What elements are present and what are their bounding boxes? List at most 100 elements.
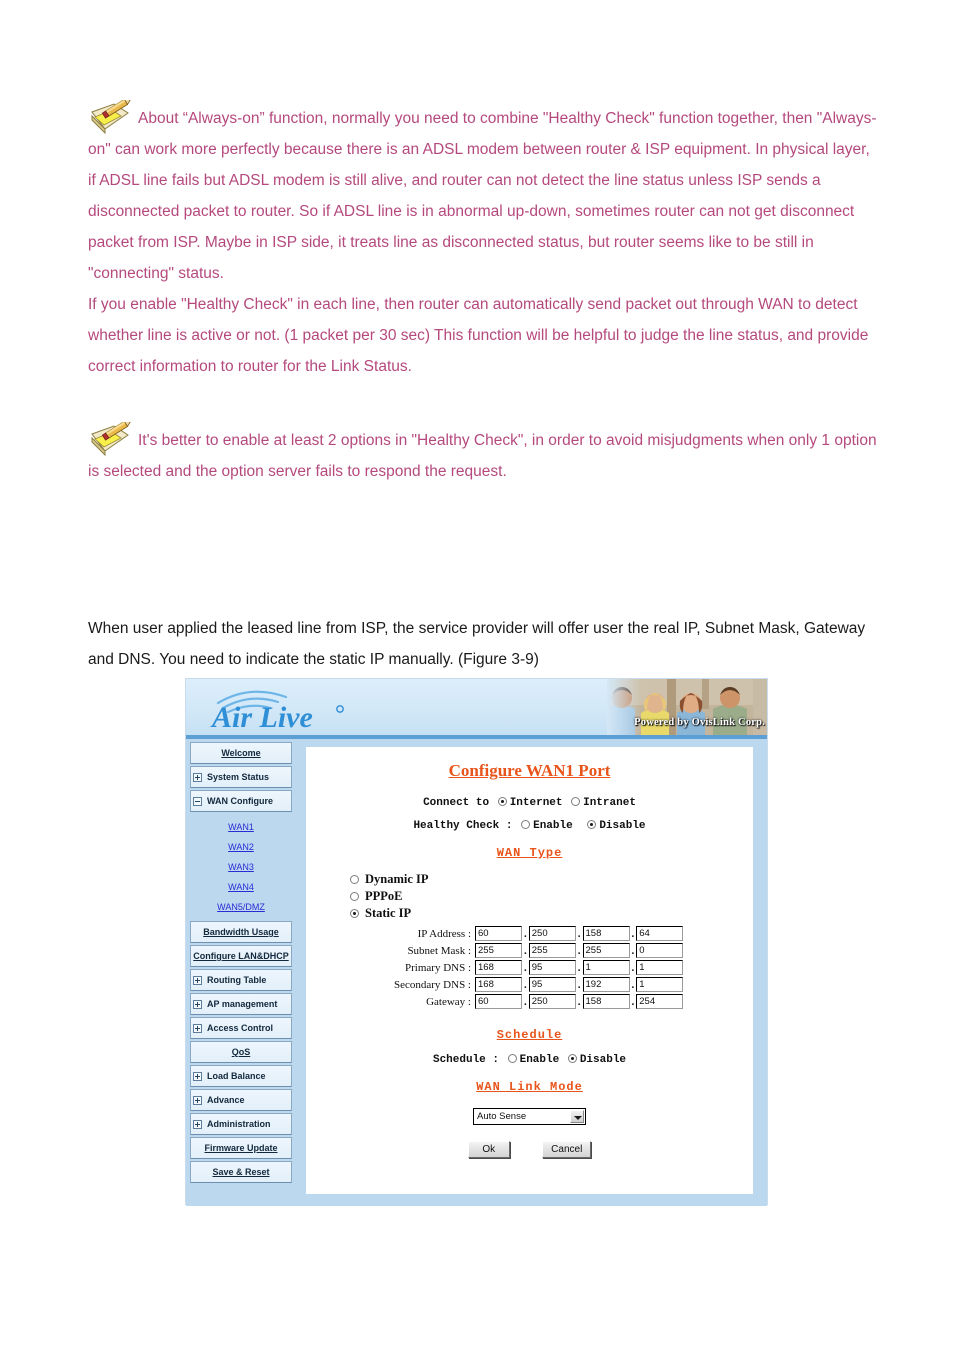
- radio-connect-internet[interactable]: [497, 797, 507, 806]
- octet-separator: .: [577, 927, 581, 940]
- radio-healthy-disable[interactable]: [587, 820, 597, 829]
- gateway-octet-2[interactable]: 250: [528, 994, 576, 1009]
- sidebar-item-firmware-update[interactable]: Firmware Update: [190, 1137, 292, 1159]
- primary-dns-octet-4[interactable]: 1: [636, 960, 684, 975]
- sidebar-item-qos[interactable]: QoS: [190, 1041, 292, 1063]
- octet-separator: .: [631, 927, 635, 940]
- collapse-minus-icon[interactable]: [193, 796, 202, 806]
- primary-dns-octet-3[interactable]: 1: [582, 960, 630, 975]
- sidebar-item-wan-configure[interactable]: WAN Configure: [190, 790, 292, 812]
- ip-address-octet-1[interactable]: 60: [475, 926, 522, 941]
- expand-plus-icon[interactable]: [193, 1023, 202, 1033]
- radio-pppoe[interactable]: [350, 892, 359, 901]
- sidebar-item-routing-table[interactable]: Routing Table: [190, 969, 292, 991]
- note-2-paragraph-1: It's better to enable at least 2 options…: [88, 422, 878, 487]
- primary-dns-octet-2[interactable]: 95: [528, 960, 576, 975]
- field-row-ip-address: IP Address : 60 . 250 . 158 . 64: [394, 925, 684, 942]
- sidebar-item-label: Access Control: [207, 1023, 274, 1033]
- primary-dns-octet-1[interactable]: 168: [475, 960, 522, 975]
- healthy-enable-label: Enable: [533, 820, 573, 832]
- subnet-mask-octet-4[interactable]: 0: [636, 943, 684, 958]
- schedule-row: Schedule : Enable Disable: [316, 1054, 743, 1066]
- subnet-mask-octet-2[interactable]: 255: [528, 943, 576, 958]
- expand-plus-icon[interactable]: [193, 999, 202, 1009]
- sidebar-item-label: Administration: [207, 1119, 271, 1129]
- radio-static-ip[interactable]: [350, 909, 359, 918]
- octet-separator: .: [631, 978, 635, 991]
- expand-plus-icon[interactable]: [193, 1071, 202, 1081]
- radio-healthy-enable[interactable]: [521, 820, 531, 829]
- subnet-mask-octet-1[interactable]: 255: [475, 943, 522, 958]
- connect-to-label: Connect to: [423, 797, 490, 809]
- healthy-check-label: Healthy Check :: [413, 820, 513, 832]
- secondary-dns-octet-4[interactable]: 1: [636, 977, 684, 992]
- sidebar-item-access-control[interactable]: Access Control: [190, 1017, 292, 1039]
- sidebar-item-label: System Status: [207, 772, 270, 782]
- radio-dynamic-ip[interactable]: [350, 875, 359, 884]
- sidebar-item-label: Configure LAN&DHCP: [193, 951, 289, 961]
- octet-separator: .: [631, 961, 635, 974]
- sidebar-link-wan5-dmz[interactable]: WAN5/DMZ: [190, 897, 292, 917]
- sidebar-item-save-reset[interactable]: Save & Reset: [190, 1161, 292, 1183]
- ip-address-octet-2[interactable]: 250: [528, 926, 576, 941]
- healthy-check-row: Healthy Check : Enable Disable: [316, 820, 743, 832]
- sidebar-item-load-balance[interactable]: Load Balance: [190, 1065, 292, 1087]
- expand-plus-icon[interactable]: [193, 1095, 202, 1105]
- schedule-heading: Schedule: [496, 1028, 563, 1042]
- radio-schedule-enable[interactable]: [507, 1054, 517, 1063]
- wan-type-heading: WAN Type: [496, 846, 563, 860]
- note-pencil-icon: [88, 422, 132, 456]
- router-header: Air Live Powered by OvisLink Corp.: [186, 679, 767, 735]
- secondary-dns-octet-2[interactable]: 95: [528, 977, 576, 992]
- wan-type-pppoe[interactable]: PPPoE: [348, 889, 743, 904]
- wan-type-label: PPPoE: [365, 889, 403, 903]
- connect-internet-label: Internet: [509, 797, 563, 809]
- radio-schedule-disable[interactable]: [567, 1054, 577, 1063]
- wan-type-static-ip[interactable]: Static IP: [348, 906, 743, 921]
- sidebar-item-system-status[interactable]: System Status: [190, 766, 292, 788]
- note-block-1: About “Always-on” function, normally you…: [88, 100, 878, 382]
- octet-separator: .: [577, 978, 581, 991]
- sidebar-item-configure-lan-dhcp[interactable]: Configure LAN&DHCP: [190, 945, 292, 967]
- secondary-dns-octet-3[interactable]: 192: [582, 977, 630, 992]
- expand-plus-icon[interactable]: [193, 772, 202, 782]
- ip-address-octet-3[interactable]: 158: [582, 926, 630, 941]
- secondary-dns-octet-1[interactable]: 168: [475, 977, 522, 992]
- note-block-2: It's better to enable at least 2 options…: [88, 422, 878, 487]
- gateway-octet-4[interactable]: 254: [636, 994, 684, 1009]
- configure-wan-panel: Configure WAN1 Port Connect to Internet …: [306, 747, 753, 1194]
- wan-link-mode-select[interactable]: Auto Sense: [473, 1108, 586, 1125]
- field-label: Primary DNS :: [405, 961, 471, 974]
- sidebar-link-wan1[interactable]: WAN1: [190, 817, 292, 837]
- schedule-disable-label: Disable: [579, 1054, 627, 1066]
- sidebar-item-label: Advance: [207, 1095, 245, 1105]
- sidebar-link-wan4[interactable]: WAN4: [190, 877, 292, 897]
- connect-intranet-label: Intranet: [583, 797, 636, 809]
- sidebar-item-bandwidth-usage[interactable]: Bandwidth Usage: [190, 921, 292, 943]
- sidebar-item-label: Firmware Update: [204, 1143, 278, 1153]
- sidebar-item-ap-management[interactable]: AP management: [190, 993, 292, 1015]
- subnet-mask-octet-3[interactable]: 255: [582, 943, 630, 958]
- wan-type-dynamic-ip[interactable]: Dynamic IP: [348, 872, 743, 887]
- radio-connect-intranet[interactable]: [571, 797, 581, 806]
- cancel-button[interactable]: Cancel: [542, 1141, 592, 1158]
- sidebar-link-wan2[interactable]: WAN2: [190, 837, 292, 857]
- gateway-octet-3[interactable]: 158: [582, 994, 630, 1009]
- field-label: Secondary DNS :: [394, 978, 471, 991]
- sidebar-link-wan3[interactable]: WAN3: [190, 857, 292, 877]
- ok-button[interactable]: Ok: [467, 1141, 510, 1158]
- octet-separator: .: [577, 961, 581, 974]
- sidebar-item-label: Welcome: [221, 748, 261, 758]
- expand-plus-icon[interactable]: [193, 1119, 202, 1129]
- gateway-octet-1[interactable]: 60: [475, 994, 522, 1009]
- ip-address-octet-4[interactable]: 64: [636, 926, 684, 941]
- note-1-text-2: If you enable "Healthy Check" in each li…: [88, 296, 869, 375]
- sidebar-item-advance[interactable]: Advance: [190, 1089, 292, 1111]
- sidebar-item-welcome[interactable]: Welcome: [190, 742, 292, 764]
- wan-type-options: Dynamic IP PPPoE Static IP: [348, 872, 743, 921]
- chevron-down-icon[interactable]: [570, 1110, 584, 1123]
- wan-type-label: Dynamic IP: [365, 872, 429, 886]
- expand-plus-icon[interactable]: [193, 975, 202, 985]
- field-label: IP Address :: [417, 927, 471, 940]
- sidebar-item-administration[interactable]: Administration: [190, 1113, 292, 1135]
